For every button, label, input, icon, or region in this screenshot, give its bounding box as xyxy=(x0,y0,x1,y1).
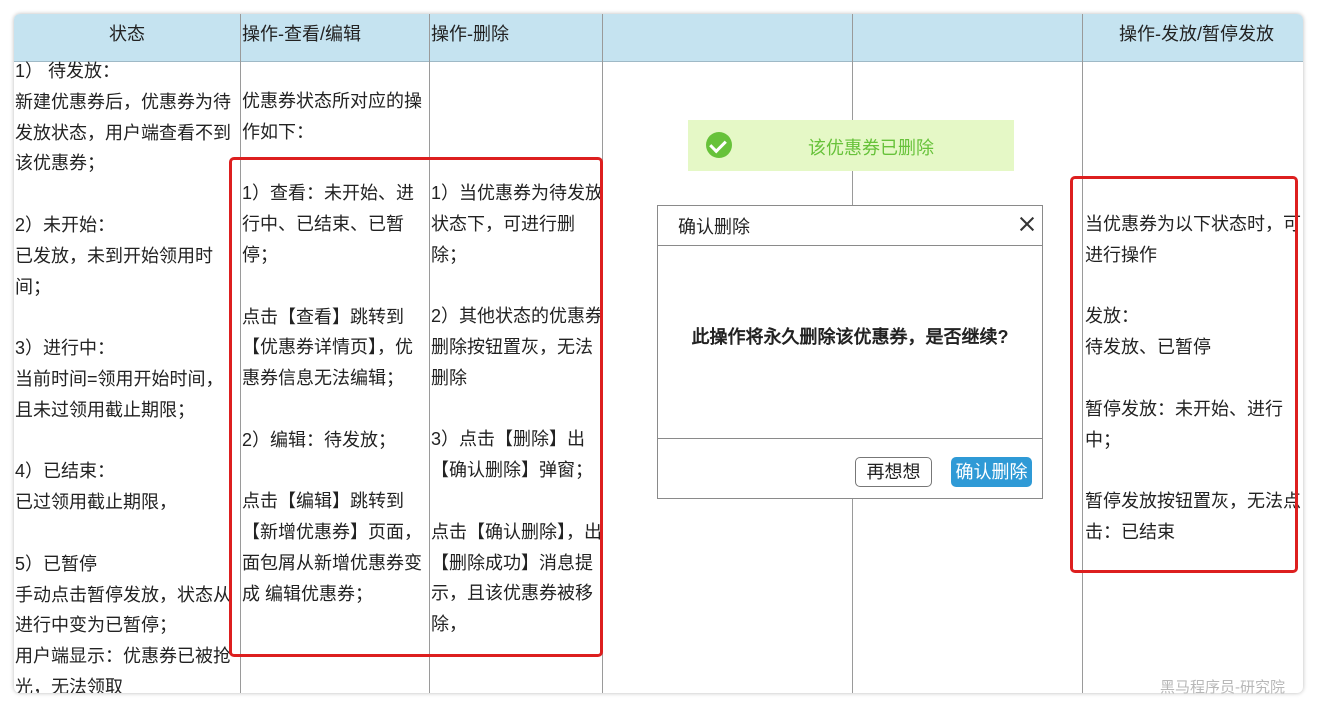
confirm-delete-dialog: 确认删除 此操作将永久删除该优惠券，是否继续? 再想想 确认删除 xyxy=(657,205,1043,499)
requirements-table: 状态 操作-查看/编辑 操作-删除 操作-发放/暂停发放 1） 待发放： 新建优… xyxy=(14,14,1303,693)
success-toast: 该优惠券已删除 xyxy=(688,120,1014,171)
table-header: 状态 操作-查看/编辑 操作-删除 操作-发放/暂停发放 xyxy=(14,14,1303,62)
dialog-footer-divider xyxy=(658,438,1042,439)
close-icon[interactable] xyxy=(1019,216,1035,232)
toast-message: 该优惠券已删除 xyxy=(808,138,934,158)
header-status: 状态 xyxy=(109,24,145,44)
dialog-header-divider xyxy=(658,245,1042,246)
highlight-view-edit-delete xyxy=(229,157,603,657)
header-view-edit: 操作-查看/编辑 xyxy=(242,24,361,44)
cancel-button[interactable]: 再想想 xyxy=(855,457,932,487)
dialog-title: 确认删除 xyxy=(678,217,750,237)
highlight-issue-pause xyxy=(1070,176,1298,573)
header-delete: 操作-删除 xyxy=(431,24,509,44)
dialog-message: 此操作将永久删除该优惠券，是否继续? xyxy=(691,327,1009,347)
check-circle-icon xyxy=(706,132,732,158)
header-issue-pause: 操作-发放/暂停发放 xyxy=(1119,24,1274,44)
watermark: 黑马程序员-研究院 xyxy=(1160,679,1285,696)
confirm-delete-button[interactable]: 确认删除 xyxy=(951,457,1032,487)
status-column-text: 1） 待发放： 新建优惠券后，优惠券为待发放状态，用户端查看不到该优惠券； 2）… xyxy=(15,61,231,693)
